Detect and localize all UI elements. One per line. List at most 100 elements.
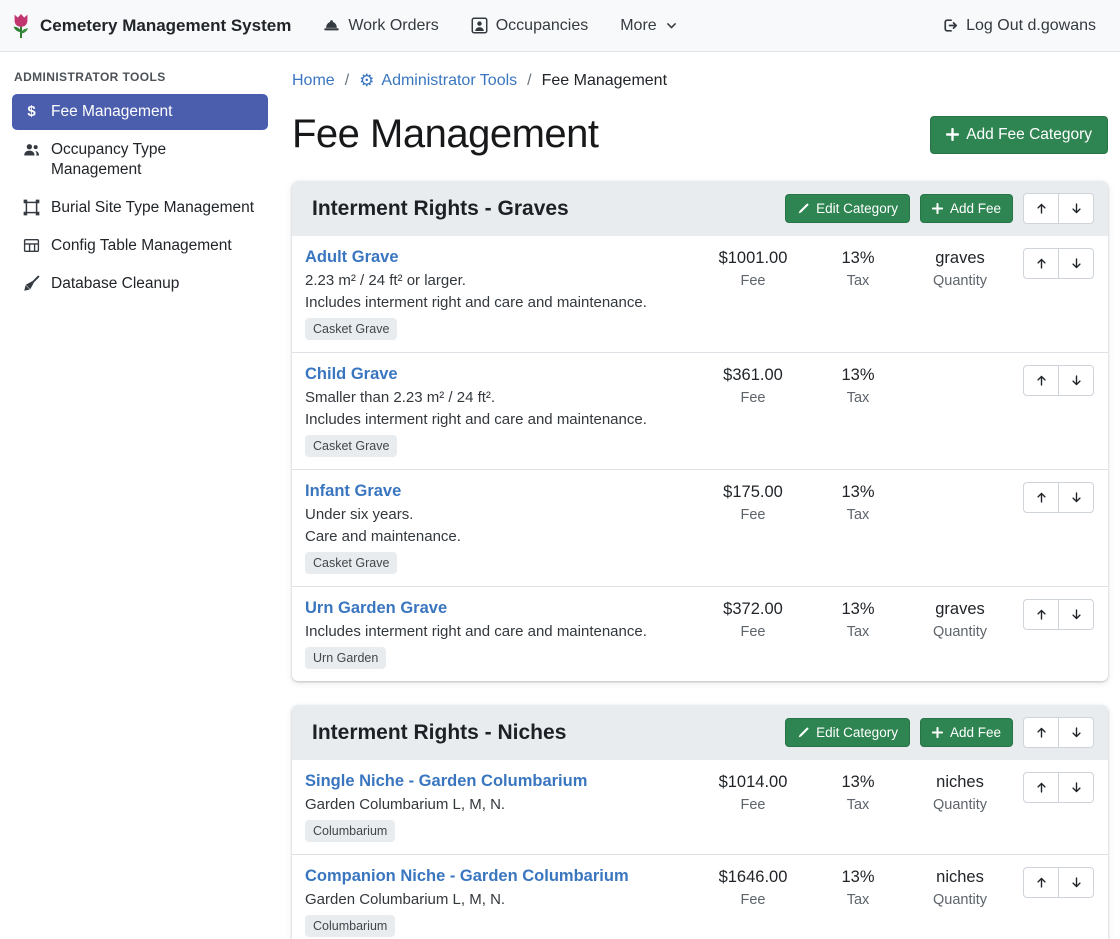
fee-reorder-group: [1023, 482, 1094, 513]
add-fee-category-button[interactable]: Add Fee Category: [930, 116, 1108, 154]
category-card: Interment Rights - Niches Edit Category …: [292, 705, 1108, 939]
breadcrumb-home-link[interactable]: Home: [292, 72, 335, 90]
logout-icon: [941, 17, 958, 34]
plus-icon: [932, 203, 943, 214]
move-category-down-button[interactable]: [1058, 717, 1094, 748]
person-bounding-box-icon: [471, 17, 488, 34]
pencil-icon: [797, 727, 809, 739]
add-fee-button[interactable]: Add Fee: [920, 194, 1013, 223]
edit-category-button[interactable]: Edit Category: [785, 718, 910, 747]
breadcrumb: Home / ⚙ Administrator Tools / Fee Manag…: [292, 72, 1108, 90]
move-fee-down-button[interactable]: [1058, 365, 1094, 396]
move-fee-down-button[interactable]: [1058, 599, 1094, 630]
tax-value: 13%: [808, 600, 908, 619]
sidebar-item-fee-management[interactable]: $ Fee Management: [12, 94, 268, 130]
edit-category-button[interactable]: Edit Category: [785, 194, 910, 223]
sidebar-heading: ADMINISTRATOR TOOLS: [14, 70, 280, 84]
move-fee-down-button[interactable]: [1058, 482, 1094, 513]
sidebar-item-config-table-management[interactable]: Config Table Management: [12, 228, 268, 264]
sidebar-item-burial-site-type-management[interactable]: Burial Site Type Management: [12, 190, 268, 226]
arrow-up-icon: [1035, 726, 1048, 739]
fee-name-link[interactable]: Single Niche - Garden Columbarium: [305, 772, 587, 791]
quantity-label: Quantity: [908, 892, 1012, 908]
breadcrumb-separator: /: [345, 72, 349, 90]
tax-value: 13%: [808, 868, 908, 887]
arrow-up-icon: [1035, 202, 1048, 215]
fee-description: Includes interment right and care and ma…: [305, 411, 688, 428]
fee-description: Smaller than 2.23 m² / 24 ft².: [305, 389, 688, 406]
quantity-value: niches: [908, 868, 1012, 887]
dollar-icon: $: [22, 103, 41, 121]
fee-amount: $1014.00: [698, 773, 808, 792]
fee-description: Includes interment right and care and ma…: [305, 623, 688, 640]
move-fee-up-button[interactable]: [1023, 482, 1059, 513]
fee-badge: Urn Garden: [305, 647, 386, 669]
arrow-up-icon: [1035, 257, 1048, 270]
brand[interactable]: Cemetery Management System: [10, 12, 291, 39]
move-category-up-button[interactable]: [1023, 193, 1059, 224]
tax-value: 13%: [808, 366, 908, 385]
arrow-down-icon: [1070, 257, 1083, 270]
arrow-down-icon: [1070, 202, 1083, 215]
move-fee-up-button[interactable]: [1023, 867, 1059, 898]
fee-reorder-group: [1023, 248, 1094, 279]
move-fee-up-button[interactable]: [1023, 365, 1059, 396]
arrow-down-icon: [1070, 876, 1083, 889]
fee-name-link[interactable]: Infant Grave: [305, 482, 401, 501]
nav-item-work-orders[interactable]: Work Orders: [323, 17, 438, 35]
tax-label: Tax: [808, 797, 908, 813]
tax-label: Tax: [808, 624, 908, 640]
move-fee-up-button[interactable]: [1023, 599, 1059, 630]
fee-row: Adult Grave 2.23 m² / 24 ft² or larger. …: [292, 236, 1108, 352]
move-fee-up-button[interactable]: [1023, 772, 1059, 803]
nav-item-occupancies[interactable]: Occupancies: [471, 17, 589, 35]
fee-name-link[interactable]: Companion Niche - Garden Columbarium: [305, 867, 629, 886]
move-category-up-button[interactable]: [1023, 717, 1059, 748]
fee-reorder-group: [1023, 867, 1094, 898]
fee-label: Fee: [698, 273, 808, 289]
fee-name-link[interactable]: Child Grave: [305, 365, 398, 384]
fee-name-link[interactable]: Urn Garden Grave: [305, 599, 447, 618]
sidebar-item-database-cleanup[interactable]: Database Cleanup: [12, 266, 268, 302]
chevron-down-icon: [665, 19, 678, 32]
quantity-label: Quantity: [908, 797, 1012, 813]
move-fee-up-button[interactable]: [1023, 248, 1059, 279]
fee-badge: Casket Grave: [305, 552, 397, 574]
category-header: Interment Rights - Graves Edit Category …: [292, 181, 1108, 236]
plus-icon: [932, 727, 943, 738]
breadcrumb-admin-tools-link[interactable]: ⚙ Administrator Tools: [359, 72, 517, 90]
nav-links: Work Orders Occupancies More: [323, 17, 677, 35]
arrow-up-icon: [1035, 781, 1048, 794]
fee-name-link[interactable]: Adult Grave: [305, 248, 399, 267]
move-fee-down-button[interactable]: [1058, 248, 1094, 279]
fee-description: 2.23 m² / 24 ft² or larger.: [305, 272, 688, 289]
move-fee-down-button[interactable]: [1058, 772, 1094, 803]
arrow-down-icon: [1070, 374, 1083, 387]
fee-row: Infant Grave Under six years. Care and m…: [292, 469, 1108, 586]
move-fee-down-button[interactable]: [1058, 867, 1094, 898]
broom-icon: [22, 275, 41, 292]
tax-label: Tax: [808, 273, 908, 289]
fee-amount: $1646.00: [698, 868, 808, 887]
category-header: Interment Rights - Niches Edit Category …: [292, 705, 1108, 760]
tax-value: 13%: [808, 773, 908, 792]
arrow-up-icon: [1035, 374, 1048, 387]
fee-label: Fee: [698, 797, 808, 813]
nav-item-more[interactable]: More: [620, 17, 677, 35]
sidebar-item-occupancy-type-management[interactable]: Occupancy Type Management: [12, 132, 268, 188]
arrow-down-icon: [1070, 781, 1083, 794]
move-category-down-button[interactable]: [1058, 193, 1094, 224]
pencil-icon: [797, 203, 809, 215]
fee-label: Fee: [698, 624, 808, 640]
quantity-value: graves: [908, 600, 1012, 619]
logout-link[interactable]: Log Out d.gowans: [941, 17, 1096, 35]
breadcrumb-separator: /: [527, 72, 531, 90]
people-icon: [22, 141, 41, 158]
fee-amount: $1001.00: [698, 249, 808, 268]
arrow-down-icon: [1070, 608, 1083, 621]
tax-value: 13%: [808, 483, 908, 502]
fee-description: Includes interment right and care and ma…: [305, 294, 688, 311]
add-fee-button[interactable]: Add Fee: [920, 718, 1013, 747]
fee-row: Single Niche - Garden Columbarium Garden…: [292, 760, 1108, 854]
fee-amount: $372.00: [698, 600, 808, 619]
